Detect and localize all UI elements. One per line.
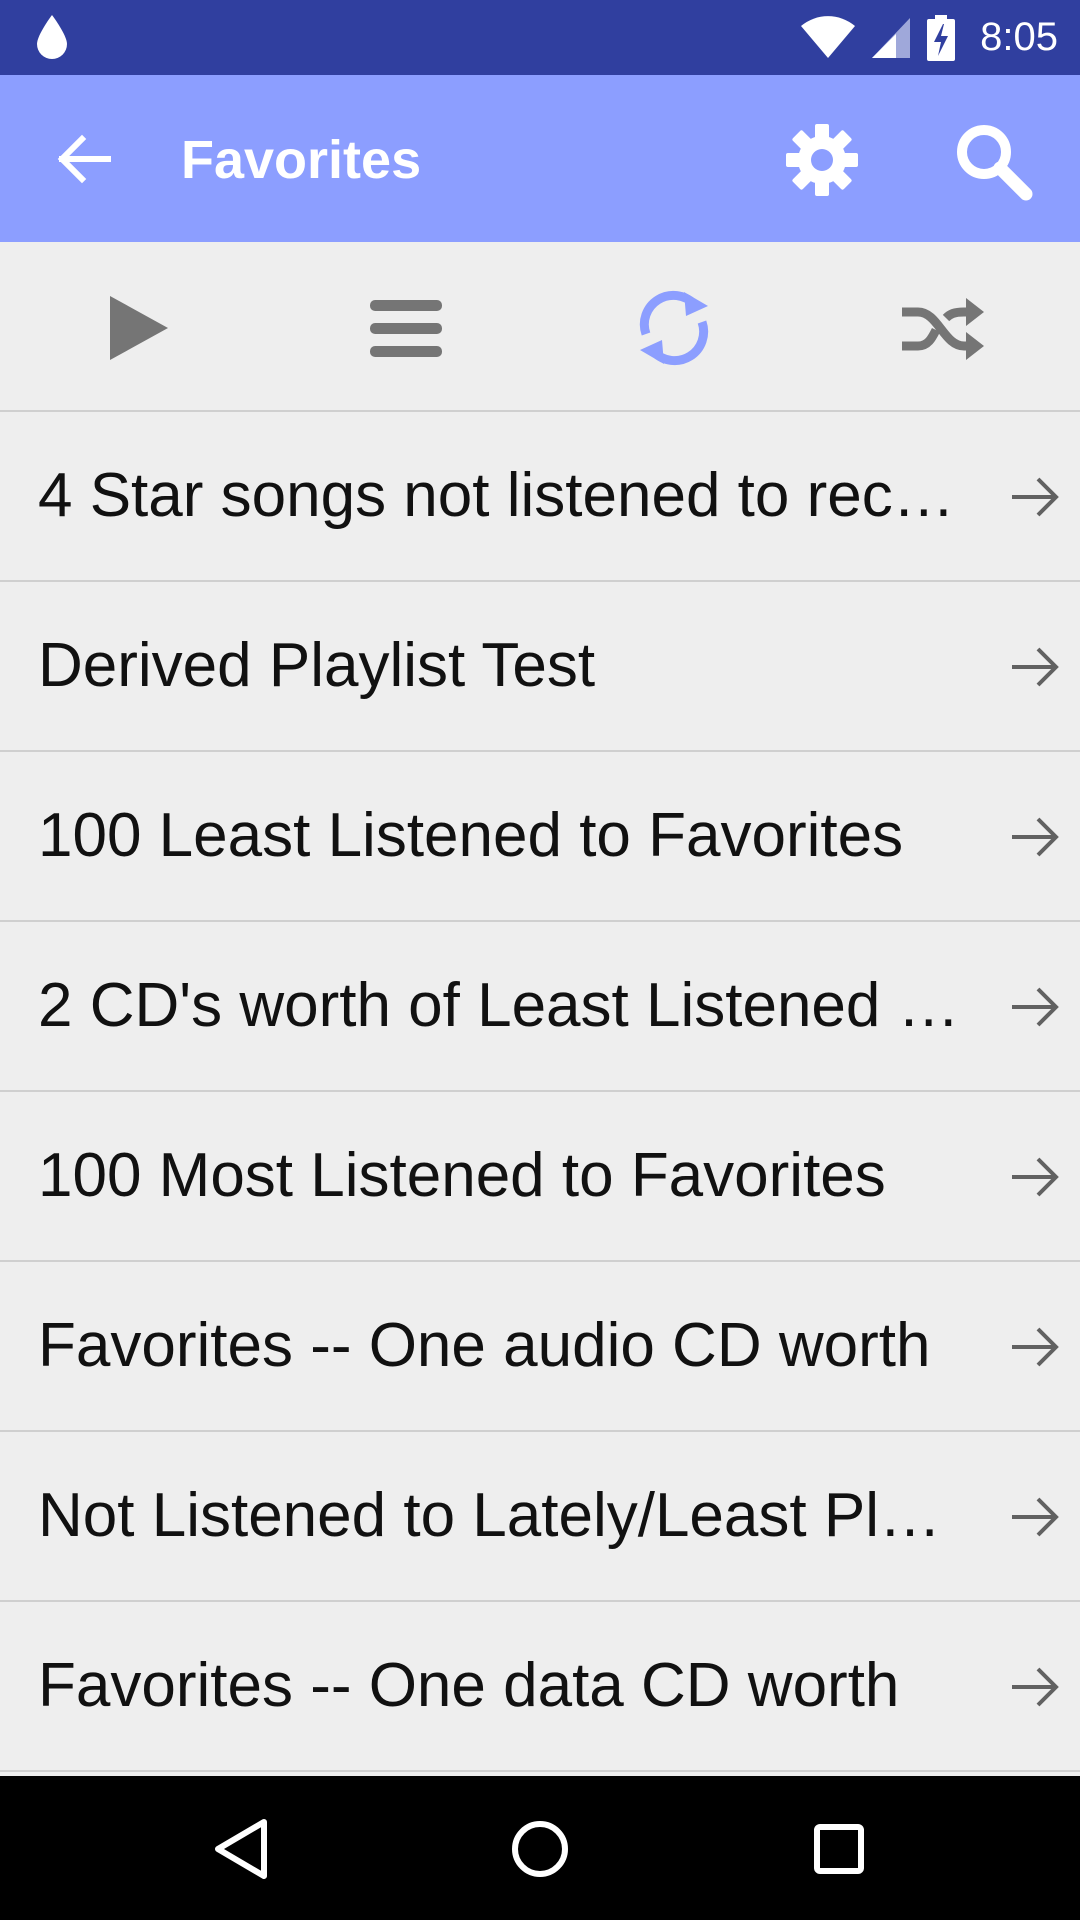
play-icon[interactable] (96, 286, 180, 370)
search-icon[interactable] (952, 120, 1034, 202)
system-nav-bar (0, 1776, 1080, 1920)
menu-icon[interactable] (364, 286, 448, 370)
list-item-label: 100 Least Listened to Favorites (38, 801, 904, 870)
list-item-label: 100 Most Listened to Favorites (38, 1141, 886, 1210)
list-item[interactable]: 100 Most Listened to Favorites (0, 1092, 1080, 1262)
playback-toolbar (0, 242, 1080, 412)
list-item[interactable]: 4 Star songs not listened to recently (0, 412, 1080, 582)
arrow-right-icon (1012, 1497, 1059, 1537)
app-bar: Favorites (0, 75, 1080, 242)
list-item-label: 4 Star songs not listened to recently (38, 461, 973, 530)
gear-icon[interactable] (782, 120, 862, 200)
arrow-right-icon (1012, 1157, 1059, 1197)
list-item[interactable]: Derived Playlist Test (0, 582, 1080, 752)
list-item[interactable]: 100 Least Listened to Favorites (0, 752, 1080, 922)
list-item-label: 2 CD's worth of Least Listened to Favori… (38, 971, 973, 1040)
list-item-label: Favorites -- One audio CD worth (38, 1311, 931, 1380)
page-title: Favorites (181, 130, 422, 190)
arrow-right-icon (1012, 1667, 1059, 1707)
arrow-right-icon (1012, 1327, 1059, 1367)
status-bar: 8:05 (0, 0, 1080, 75)
battery-charging-icon (927, 14, 956, 61)
nav-recents-icon[interactable] (804, 1814, 874, 1884)
status-time: 8:05 (980, 15, 1058, 59)
arrow-right-icon (1012, 477, 1059, 517)
nav-home-icon[interactable] (505, 1814, 575, 1884)
drop-icon (37, 15, 67, 59)
arrow-right-icon (1012, 987, 1059, 1027)
arrow-right-icon (1012, 817, 1059, 857)
nav-back-icon[interactable] (206, 1814, 276, 1884)
list-item[interactable]: Favorites -- One data CD worth (0, 1602, 1080, 1772)
playlist-list: 4 Star songs not listened to recently De… (0, 412, 1080, 1772)
list-item[interactable]: Favorites -- One audio CD worth (0, 1262, 1080, 1432)
list-item-label: Favorites -- One data CD worth (38, 1651, 900, 1720)
wifi-icon (801, 15, 856, 58)
cell-signal-icon (872, 17, 911, 58)
list-item-label: Derived Playlist Test (38, 631, 596, 700)
list-item[interactable]: 2 CD's worth of Least Listened to Favori… (0, 922, 1080, 1092)
back-arrow-icon[interactable] (52, 128, 114, 190)
list-item[interactable]: Not Listened to Lately/Least Played (0, 1432, 1080, 1602)
repeat-icon[interactable] (632, 286, 716, 370)
arrow-right-icon (1012, 647, 1059, 687)
list-item-label: Not Listened to Lately/Least Played (38, 1481, 973, 1550)
shuffle-icon[interactable] (900, 286, 984, 370)
